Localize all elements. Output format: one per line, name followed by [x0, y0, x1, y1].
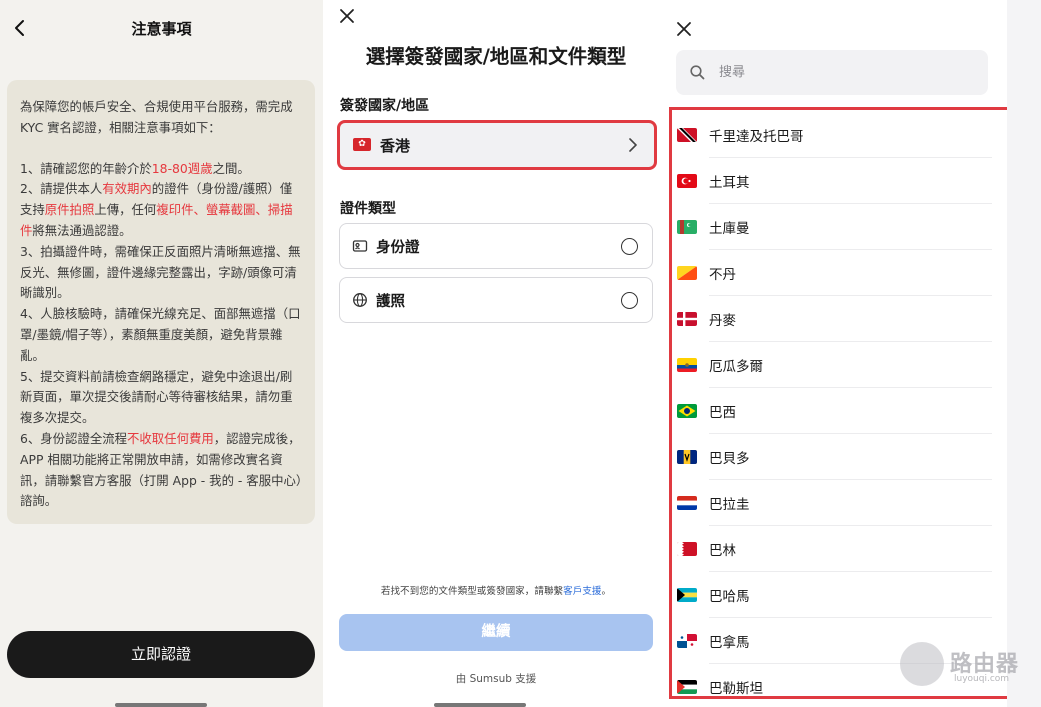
doc-option-id-card[interactable]: 身份證: [339, 223, 653, 269]
continue-button[interactable]: 繼續: [339, 614, 653, 651]
country-item[interactable]: 巴哈馬: [672, 572, 992, 618]
select-title: 選擇簽發國家/地區和文件類型: [365, 45, 627, 68]
country-item[interactable]: 土耳其: [672, 158, 992, 204]
help-text: 若找不到您的文件類型或簽發國家，請聯繫客戶支援。: [380, 586, 612, 597]
country-name: 土耳其: [709, 175, 750, 191]
doc-option-passport[interactable]: 護照: [339, 277, 653, 323]
home-indicator: [434, 703, 526, 707]
verify-now-button[interactable]: 立即認證: [7, 631, 315, 678]
country-item[interactable]: 不丹: [672, 250, 992, 296]
country-name: 巴林: [709, 543, 736, 559]
customer-support-link[interactable]: 客戶支援: [563, 586, 601, 597]
country-selector[interactable]: ✿ 香港: [337, 120, 657, 170]
country-name: 巴勒斯坦: [709, 681, 763, 697]
chevron-right-icon: [629, 138, 637, 152]
country-list-panel: 千里達及托巴哥 土耳其 土庫曼 不: [669, 0, 1007, 707]
country-item[interactable]: 巴拉圭: [672, 480, 992, 526]
home-indicator: [115, 703, 207, 707]
doc-option-label: 護照: [376, 294, 405, 310]
turkey-flag-icon: [677, 174, 697, 188]
doc-option-label: 身份證: [376, 240, 420, 256]
country-name: 土庫曼: [709, 221, 750, 237]
country-item[interactable]: 巴林: [672, 526, 992, 572]
country-name: 巴拿馬: [709, 635, 750, 651]
bahrain-flag-icon: [677, 542, 697, 556]
radio-button[interactable]: [621, 238, 638, 255]
globe-icon: [353, 293, 367, 307]
age-highlight: 18-80週歲: [151, 160, 213, 176]
turkmenistan-flag-icon: [677, 220, 697, 234]
palestine-flag-icon: [677, 680, 697, 694]
paraguay-flag-icon: [677, 496, 697, 510]
close-icon[interactable]: [674, 19, 694, 39]
page-title: 注意事項: [131, 20, 192, 38]
search-box[interactable]: [676, 50, 988, 95]
notice-intro: 為保障您的帳戶安全、合規使用平台服務，需完成 KYC 實名認證，相關注意事項如下…: [20, 99, 293, 135]
country-name: 巴哈馬: [709, 589, 750, 605]
search-icon: [690, 65, 705, 80]
bhutan-flag-icon: [677, 266, 697, 280]
select-document-panel: 選擇簽發國家/地區和文件類型 簽發國家/地區 ✿ 香港 證件類型 身份證 護照 …: [323, 0, 669, 707]
notice-item-1: 1、請確認您的年齡介於18-80週歲之間。: [20, 160, 250, 176]
country-label: 簽發國家/地區: [340, 98, 430, 114]
barbados-flag-icon: [677, 450, 697, 464]
country-name: 不丹: [709, 267, 736, 283]
country-name: 千里達及托巴哥: [709, 129, 804, 145]
country-name: 巴拉圭: [709, 497, 750, 513]
search-input[interactable]: [719, 60, 959, 84]
country-item[interactable]: 厄瓜多爾: [672, 342, 992, 388]
powered-by-text: 由 Sumsub 支援: [455, 673, 537, 685]
country-item[interactable]: 千里達及托巴哥: [672, 112, 992, 158]
country-value: 香港: [380, 137, 411, 155]
country-name: 巴貝多: [709, 451, 750, 467]
trinidad-flag-icon: [677, 128, 697, 142]
notice-item-2: 2、請提供本人有效期內的證件（身份證/護照）僅支持原件拍照上傳，任何複印件、螢幕…: [20, 181, 293, 238]
watermark-subtext: luyouqi.com: [954, 674, 1010, 684]
country-name: 丹麥: [709, 313, 736, 329]
watermark: 路由器 luyouqi.com: [900, 640, 1040, 690]
notice-item-3: 3、拍攝證件時，需確保正反面照片清晰無遮擋、無反光、無修圖，證件邊緣完整露出，字…: [20, 243, 301, 301]
bahamas-flag-icon: [677, 588, 697, 602]
radio-button[interactable]: [621, 292, 638, 309]
close-icon[interactable]: [337, 6, 357, 26]
panama-flag-icon: [677, 634, 697, 648]
denmark-flag-icon: [677, 312, 697, 326]
notice-panel: 注意事項 為保障您的帳戶安全、合規使用平台服務，需完成 KYC 實名認證，相關注…: [0, 0, 323, 707]
country-name: 厄瓜多爾: [709, 359, 763, 375]
hong-kong-flag-icon: ✿: [353, 138, 371, 151]
notice-item-6: 6、身份認證全流程不收取任何費用，認證完成後，APP 相關功能將正常開放申請，如…: [20, 430, 303, 509]
watermark-logo-icon: [900, 642, 944, 686]
country-item[interactable]: 巴西: [672, 388, 992, 434]
notice-item-5: 5、提交資料前請檢查網路穩定，避免中途退出/刷新頁面，單次提交後請耐心等待審核結…: [20, 368, 293, 426]
country-item[interactable]: 巴貝多: [672, 434, 992, 480]
notice-card: 為保障您的帳戶安全、合規使用平台服務，需完成 KYC 實名認證，相關注意事項如下…: [7, 80, 315, 524]
country-item[interactable]: 土庫曼: [672, 204, 992, 250]
doctype-label: 證件類型: [340, 201, 396, 217]
country-name: 巴西: [709, 405, 736, 421]
brazil-flag-icon: [677, 404, 697, 418]
notice-item-4: 4、人臉核驗時，請確保光線充足、面部無遮擋（口罩/墨鏡/帽子等），素顏無重度美顏…: [20, 306, 301, 363]
side-strip: [1007, 0, 1041, 707]
id-card-icon: [352, 240, 368, 252]
ecuador-flag-icon: [677, 358, 697, 372]
country-item[interactable]: 丹麥: [672, 296, 992, 342]
country-list[interactable]: 千里達及托巴哥 土耳其 土庫曼 不丹 丹麥 厄瓜多爾 巴西 巴貝多 巴拉圭 巴林…: [669, 107, 1007, 699]
